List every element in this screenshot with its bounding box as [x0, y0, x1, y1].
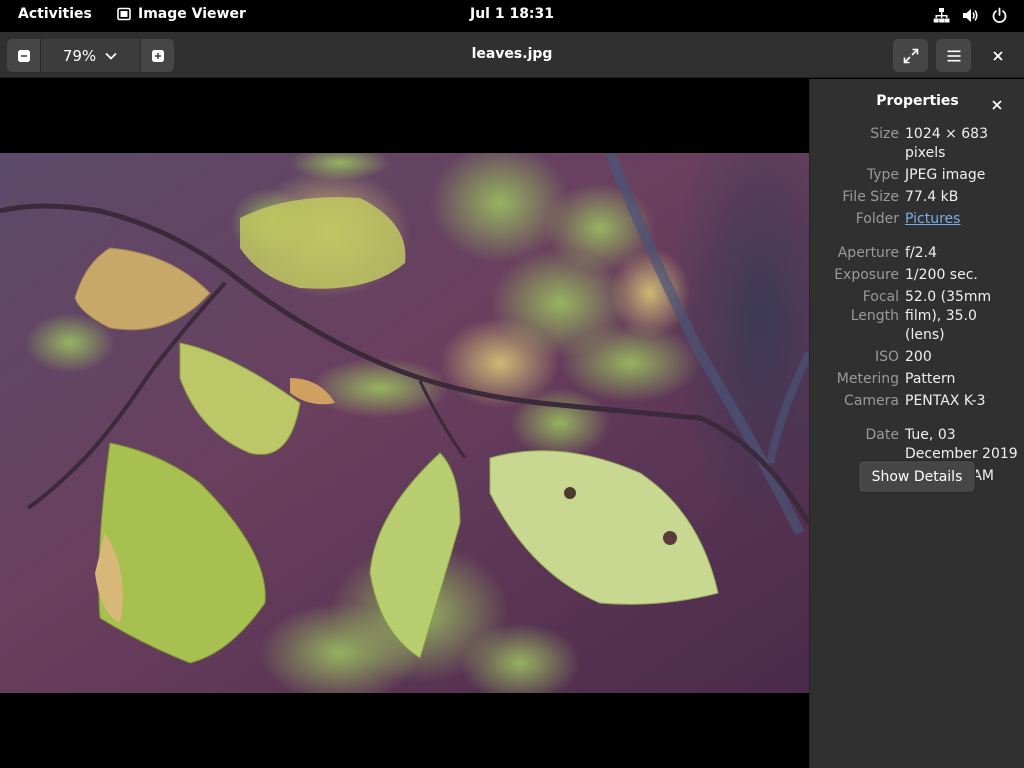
plus-icon [151, 49, 164, 62]
property-label: Focal Length [850, 289, 899, 324]
properties-panel: Properties Size 1024 × 683 pixels Type J… [809, 79, 1024, 768]
property-row-size: Size 1024 × 683 pixels [810, 125, 1024, 163]
hamburger-menu-icon [947, 50, 960, 61]
properties-list: Size 1024 × 683 pixels Type JPEG image F… [810, 125, 1024, 489]
zoom-out-button[interactable] [7, 39, 40, 72]
property-value: Tue, 03 December 2019 [905, 427, 1018, 462]
app-menu[interactable]: Image Viewer [117, 6, 246, 22]
app-name: Image Viewer [138, 6, 246, 22]
property-label: Type [866, 167, 899, 183]
property-label: Size [870, 126, 899, 142]
property-label: Aperture [837, 245, 899, 261]
zoom-level-value: 79% [62, 46, 97, 65]
show-details-button[interactable]: Show Details [858, 460, 976, 493]
zoom-in-button[interactable] [141, 39, 174, 72]
property-row-file-size: File Size 77.4 kB [810, 188, 1024, 207]
folder-link[interactable]: Pictures [905, 211, 960, 227]
property-row-date: Date Tue, 03 December 2019 [810, 426, 1024, 464]
minus-icon [17, 49, 30, 62]
fullscreen-button[interactable] [893, 39, 928, 72]
photo-leaves [0, 153, 809, 693]
property-row-type: Type JPEG image [810, 166, 1024, 185]
property-value: Pattern [905, 371, 956, 387]
fullscreen-icon [903, 48, 918, 63]
activities-button[interactable]: Activities [18, 6, 92, 22]
property-value: 52.0 (35mm film), 35.0 (lens) [905, 289, 992, 343]
property-value: JPEG image [905, 167, 986, 183]
property-row-metering: Metering Pattern [810, 370, 1024, 389]
property-row-camera: Camera PENTAX K-3 [810, 392, 1024, 411]
property-value: 200 [905, 349, 932, 365]
main-menu-button[interactable] [936, 39, 971, 72]
property-value: 1/200 sec. [905, 267, 978, 283]
property-label: Exposure [834, 267, 899, 283]
property-value: 1024 × 683 pixels [905, 126, 988, 161]
property-label: Metering [836, 371, 899, 387]
close-icon [992, 100, 1002, 110]
chevron-down-icon [105, 52, 117, 60]
property-row-focal-length: Focal Length 52.0 (35mm film), 35.0 (len… [810, 288, 1024, 345]
network-wired-icon [933, 8, 950, 23]
power-icon [992, 7, 1007, 23]
close-icon [992, 50, 1003, 61]
image-viewer-icon [117, 7, 131, 21]
zoom-controls: 79% [7, 39, 174, 72]
property-row-aperture: Aperture f/2.4 [810, 244, 1024, 263]
property-label: Folder [855, 211, 899, 227]
property-value: PENTAX K-3 [905, 393, 986, 409]
property-label: Camera [844, 393, 899, 409]
properties-close-button[interactable] [992, 95, 1006, 110]
top-bar: Activities Image Viewer Jul 1 18:31 [0, 0, 1024, 32]
header-bar: 79% leaves.jpg [0, 32, 1024, 78]
window-close-button[interactable] [981, 39, 1014, 72]
property-value: f/2.4 [905, 245, 937, 261]
property-row-folder: Folder Pictures [810, 210, 1024, 229]
property-label: ISO [874, 349, 899, 365]
clock[interactable]: Jul 1 18:31 [470, 6, 554, 22]
property-label: File Size [842, 189, 899, 205]
property-value: 77.4 kB [905, 189, 959, 205]
image-canvas[interactable] [0, 79, 809, 768]
property-label: Date [865, 427, 899, 443]
property-row-iso: ISO 200 [810, 348, 1024, 367]
volume-icon [963, 9, 978, 22]
property-row-exposure: Exposure 1/200 sec. [810, 266, 1024, 285]
system-tray[interactable] [933, 7, 1008, 24]
zoom-level-dropdown[interactable]: 79% [40, 39, 141, 72]
